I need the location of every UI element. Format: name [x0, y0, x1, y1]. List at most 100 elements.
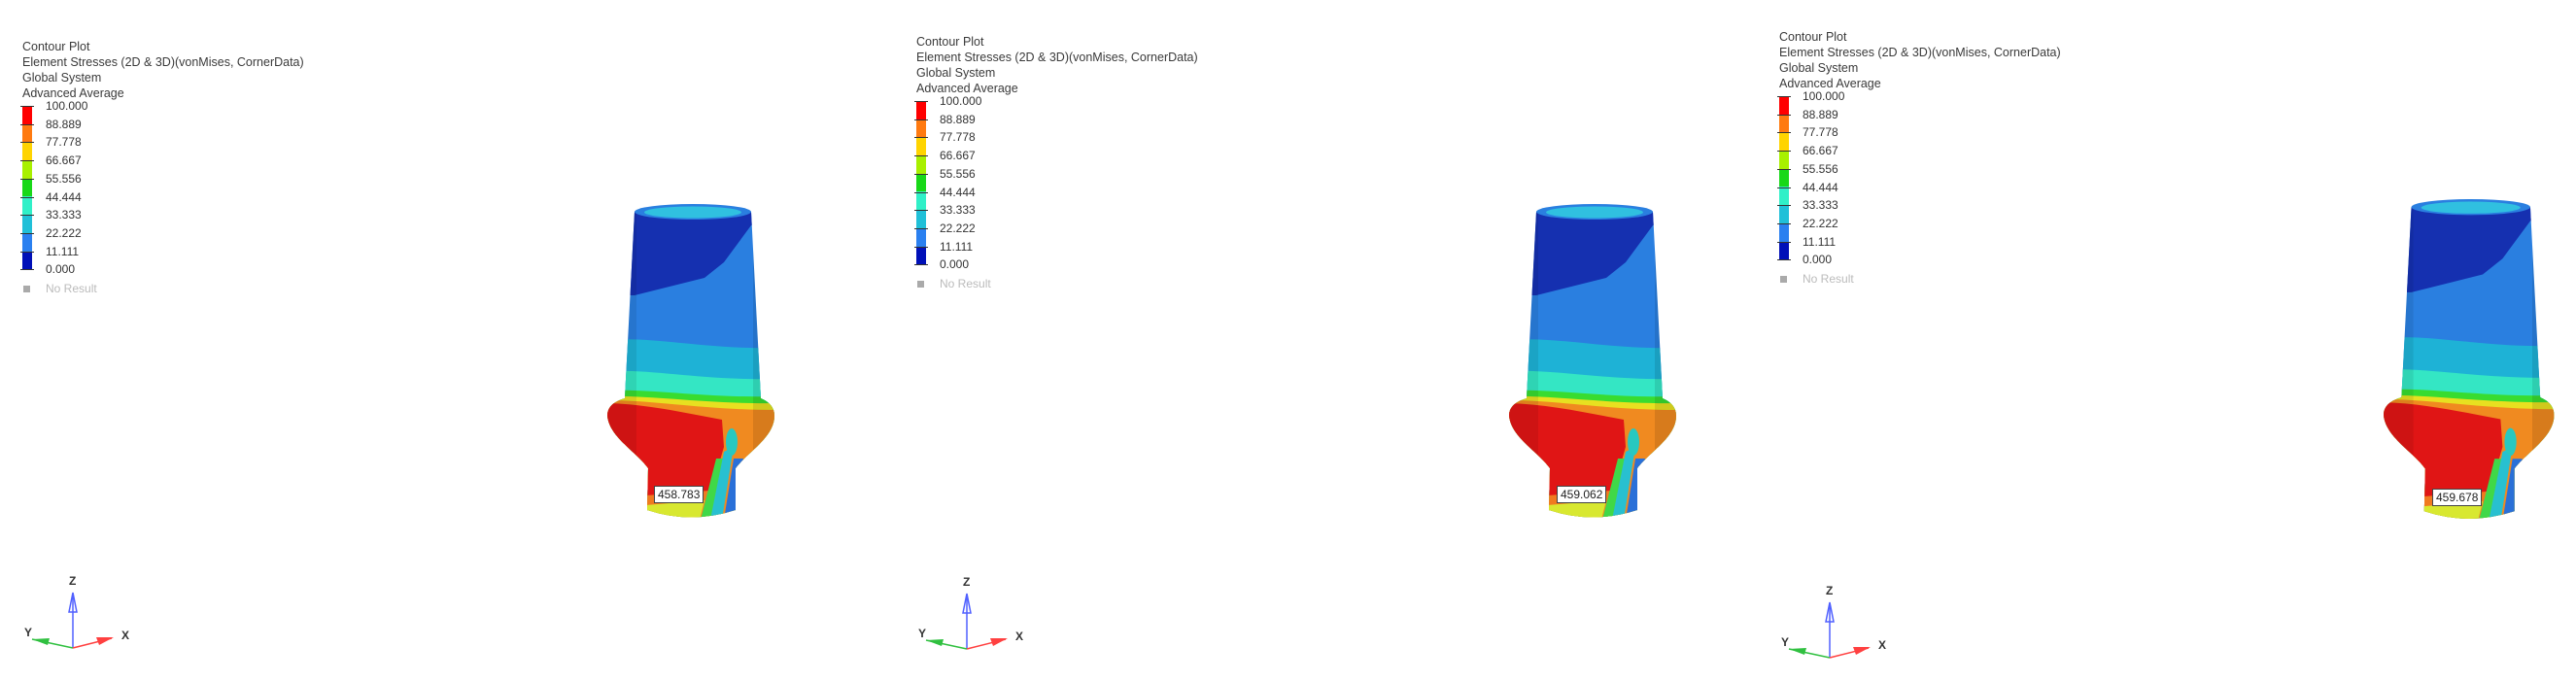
legend-band — [1779, 151, 1789, 169]
legend-result-type: Element Stresses (2D & 3D)(vonMises, Cor… — [1779, 46, 2061, 59]
legend-level-label: 77.778 — [46, 135, 82, 150]
shading-left — [1509, 212, 1538, 518]
legend-tick — [20, 269, 34, 271]
legend-level-label: 11.111 — [1803, 234, 1837, 249]
legend-title: Contour Plot — [916, 35, 984, 49]
legend-tick — [20, 142, 34, 144]
legend-level-label: 100.000 — [1803, 89, 1845, 103]
x-axis-label: X — [121, 629, 129, 642]
shading-left — [607, 212, 636, 518]
legend-band — [916, 155, 926, 174]
legend-result-type: Element Stresses (2D & 3D)(vonMises, Cor… — [22, 55, 304, 69]
legend-tick — [914, 119, 928, 120]
legend-band — [916, 119, 926, 138]
legend-tick — [20, 160, 34, 162]
abutment-model[interactable] — [607, 204, 777, 520]
top-bore — [1546, 206, 1643, 219]
legend-band — [916, 210, 926, 228]
legend-band — [916, 246, 926, 265]
legend-level-label: 100.000 — [46, 99, 88, 113]
legend-band — [1779, 132, 1789, 152]
legend-level-label: 77.778 — [940, 130, 976, 145]
legend-tick — [20, 196, 34, 198]
legend-tick — [1777, 222, 1791, 224]
top-bore — [644, 206, 741, 219]
legend-band — [916, 227, 926, 247]
contour-legend: Contour Plot Element Stresses (2D & 3D)(… — [20, 39, 304, 295]
legend-level-label: 0.000 — [46, 262, 76, 277]
shading-right — [1655, 212, 1676, 518]
abutment-model[interactable] — [1509, 204, 1679, 520]
legend-tick — [914, 137, 928, 139]
legend-band — [1779, 168, 1789, 187]
max-value-label: 458.783 — [654, 486, 704, 503]
legend-level-label: 44.444 — [1803, 180, 1838, 194]
legend-level-label: 33.333 — [1803, 198, 1838, 213]
legend-level-label: 0.000 — [940, 257, 970, 272]
legend-band — [22, 106, 32, 124]
axis-triad: Z Y X — [1781, 585, 1886, 659]
no-result-label: No Result — [46, 282, 97, 295]
legend-band — [22, 215, 32, 233]
legend-tick — [914, 246, 928, 248]
legend-band — [916, 137, 926, 156]
legend-level-label: 33.333 — [46, 208, 82, 222]
no-result-label: No Result — [940, 277, 991, 290]
legend-level-label: 88.889 — [46, 117, 82, 131]
legend-tick — [914, 264, 928, 266]
legend-tick — [914, 210, 928, 212]
legend-band — [916, 173, 926, 192]
legend-level-label: 88.889 — [1803, 107, 1838, 121]
legend-tick — [20, 123, 34, 125]
legend-tick — [20, 106, 34, 107]
contour-legend: Contour Plot Element Stresses (2D & 3D)(… — [1777, 29, 2061, 286]
legend-result-type: Element Stresses (2D & 3D)(vonMises, Cor… — [916, 51, 1198, 64]
x-arrow-head — [1853, 647, 1871, 655]
hotspot-cyan — [726, 428, 738, 456]
legend-level-label: 66.667 — [1803, 144, 1838, 158]
legend-color-bar: 100.000 88.889 77.778 66.667 55.556 44.444 33.… — [1777, 89, 1854, 286]
legend-tick — [914, 101, 928, 102]
y-arrow-head — [926, 639, 944, 646]
abutment-model[interactable] — [2384, 199, 2558, 522]
legend-level-label: 22.222 — [46, 225, 82, 240]
legend-level-label: 77.778 — [1803, 125, 1838, 140]
legend-band — [1779, 187, 1789, 206]
legend-level-label: 44.444 — [940, 185, 976, 199]
x-axis-label: X — [1015, 630, 1023, 643]
legend-level-label: 44.444 — [46, 189, 82, 204]
x-axis-label: X — [1878, 638, 1886, 652]
axis-triad: Z Y X — [918, 576, 1023, 650]
no-result-swatch — [23, 286, 30, 292]
legend-title: Contour Plot — [22, 40, 90, 53]
legend-tick — [20, 178, 34, 180]
legend-tick — [1777, 205, 1791, 207]
legend-level-label: 11.111 — [46, 244, 80, 258]
legend-band — [22, 196, 32, 216]
legend-band — [22, 160, 32, 179]
legend-tick — [1777, 96, 1791, 97]
y-arrow-head — [32, 638, 50, 645]
legend-tick — [1777, 151, 1791, 153]
legend-band — [916, 101, 926, 119]
shading-right — [753, 212, 774, 518]
legend-tick — [20, 251, 34, 253]
legend-color-bar: 100.000 88.889 77.778 66.667 55.556 44.444 33.… — [914, 94, 991, 290]
legend-system: Global System — [22, 71, 102, 85]
contour-legend: Contour Plot Element Stresses (2D & 3D)(… — [914, 34, 1198, 290]
legend-level-label: 22.222 — [1803, 216, 1838, 230]
legend-level-label: 11.111 — [940, 239, 974, 254]
legend-tick — [914, 173, 928, 175]
z-axis-label: Z — [963, 576, 970, 589]
legend-band — [916, 191, 926, 211]
legend-band — [1779, 96, 1789, 115]
hotspot-cyan — [2504, 427, 2517, 457]
legend-tick — [914, 191, 928, 193]
z-axis-label: Z — [1826, 585, 1833, 597]
legend-level-label: 55.556 — [46, 171, 82, 186]
legend-level-label: 0.000 — [1803, 253, 1833, 267]
legend-tick — [20, 215, 34, 217]
y-axis-label: Y — [918, 627, 926, 640]
legend-level-label: 88.889 — [940, 112, 976, 126]
legend-tick — [914, 155, 928, 157]
